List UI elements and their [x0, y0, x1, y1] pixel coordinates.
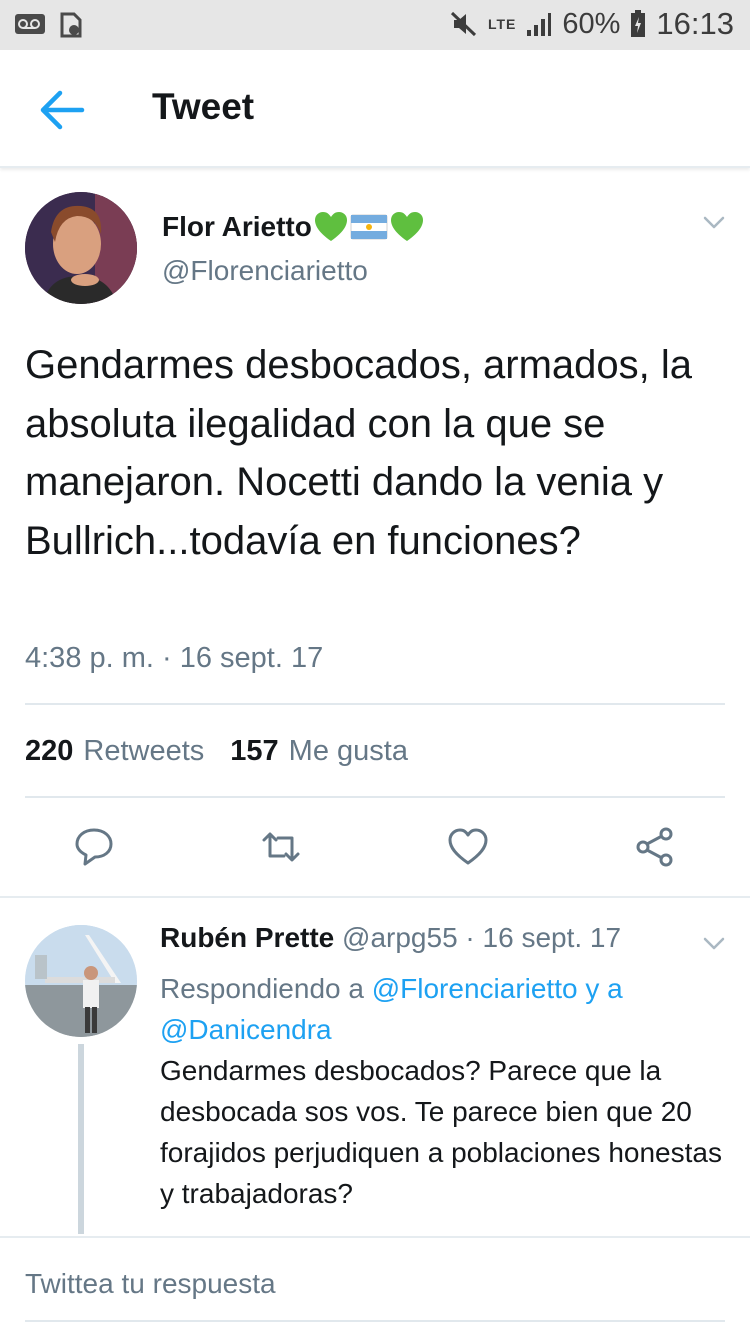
mention-link[interactable]: @Florenciarietto: [372, 973, 578, 1004]
heart-icon: [448, 828, 488, 865]
signal-icon: [527, 13, 552, 36]
divider: [25, 796, 725, 798]
likes-stat[interactable]: 157 Me gusta: [230, 735, 408, 768]
share-icon: [636, 827, 673, 867]
sync-file-icon: [60, 12, 82, 38]
mention-joiner: y a: [585, 973, 623, 1004]
app-bar: Tweet: [0, 50, 750, 168]
chevron-down-icon[interactable]: [702, 933, 726, 953]
reply-meta: @arpg55 · 16 sept. 17: [342, 922, 622, 953]
arrow-left-icon[interactable]: [38, 90, 86, 130]
reply-author-name[interactable]: Rubén Prette: [160, 922, 334, 953]
section-separator: [0, 896, 750, 898]
tweet-timestamp: 4:38 p. m. · 16 sept. 17: [25, 642, 324, 674]
mention-link[interactable]: @Danicendra: [160, 1014, 332, 1045]
green-heart-icon: [390, 212, 423, 241]
status-bar: LTE 60% 16:13: [0, 0, 750, 50]
mute-icon: [450, 11, 477, 37]
avatar[interactable]: [25, 192, 137, 304]
replying-to: Respondiendo a @Florenciarietto y a @Dan…: [160, 973, 623, 1045]
reply-avatar[interactable]: [25, 925, 137, 1037]
divider: [25, 703, 725, 705]
tweet-stats: 220 Retweets 157 Me gusta: [25, 735, 434, 768]
thread-line: [78, 1044, 84, 1234]
retweet-icon: [262, 832, 300, 862]
author-name[interactable]: Flor Arietto: [162, 211, 424, 243]
reply-header: Rubén Prette @arpg55 · 16 sept. 17: [160, 922, 621, 954]
argentina-flag-icon: [350, 214, 388, 240]
battery-icon: [631, 10, 646, 37]
tweet-text: Gendarmes desbocados, armados, la absolu…: [25, 343, 693, 563]
voicemail-icon: [15, 14, 45, 34]
speech-bubble-icon: [75, 828, 113, 866]
reply-compose-input[interactable]: Twittea tu respuesta: [25, 1268, 276, 1300]
clock: 16:13: [656, 6, 734, 41]
retweet-button[interactable]: [260, 826, 302, 868]
reply-text: Gendarmes desbocados? Parece que la desb…: [160, 1055, 722, 1209]
battery-percent: 60%: [562, 7, 621, 40]
author-handle[interactable]: @Florenciarietto: [162, 255, 368, 287]
profile-photo: [25, 192, 137, 304]
network-type-label: LTE: [487, 16, 517, 32]
green-heart-icon: [314, 212, 347, 241]
reply-profile-photo: [25, 925, 137, 1037]
chevron-down-icon[interactable]: [702, 212, 726, 232]
retweets-stat[interactable]: 220 Retweets: [25, 735, 204, 768]
section-separator: [0, 1236, 750, 1238]
reply-button[interactable]: [73, 826, 115, 868]
share-button[interactable]: [634, 826, 676, 868]
like-button[interactable]: [447, 826, 489, 868]
page-title: Tweet: [152, 86, 255, 127]
compose-underline: [25, 1320, 725, 1322]
